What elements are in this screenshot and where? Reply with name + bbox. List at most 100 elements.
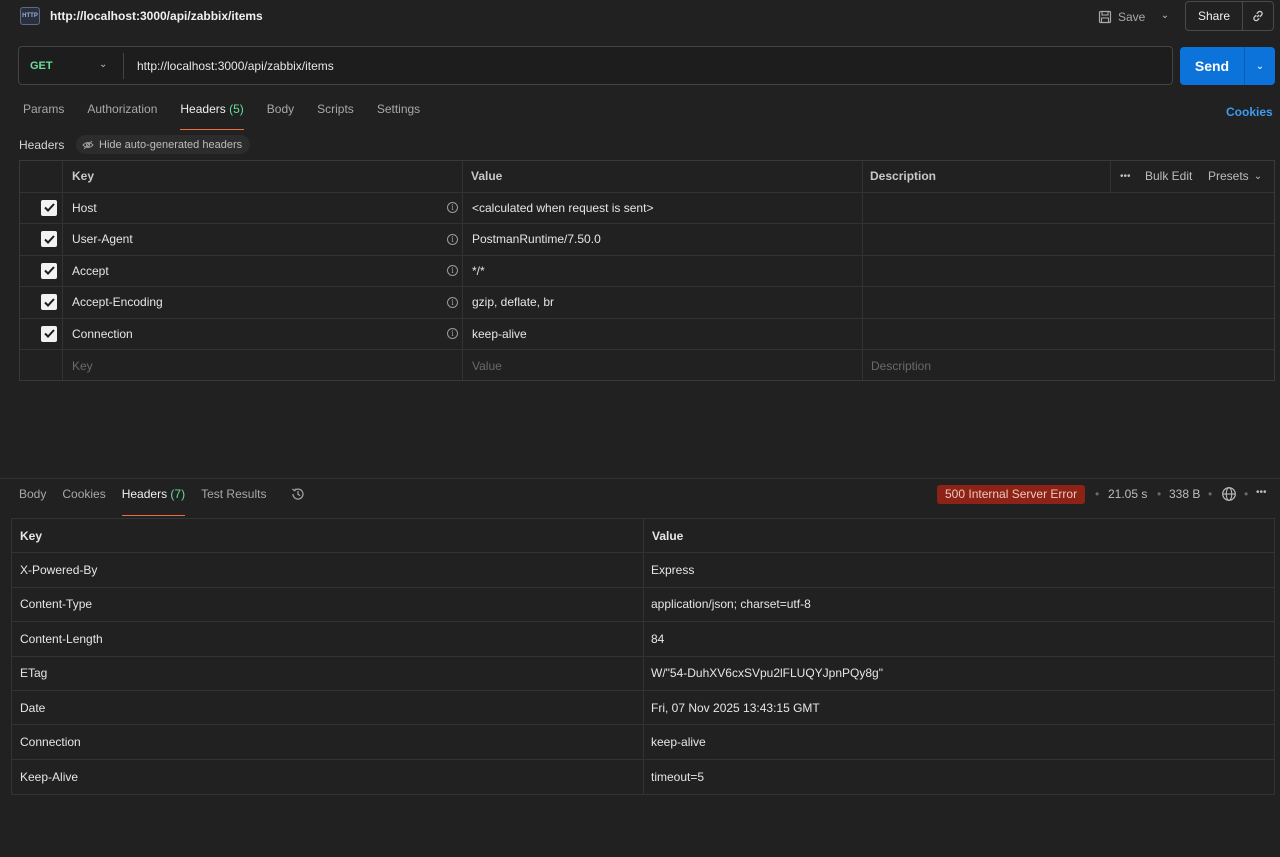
table-row: Accept-Encoding i gzip, deflate, br: [20, 287, 1274, 319]
separator-dot: •: [1157, 487, 1162, 501]
header-enabled-checkbox[interactable]: [41, 325, 57, 342]
info-icon[interactable]: i: [447, 233, 458, 245]
response-header-value: application/json; charset=utf-8: [651, 597, 811, 612]
bulk-edit-button[interactable]: Bulk Edit: [1145, 161, 1192, 192]
response-header-value: Express: [651, 563, 695, 578]
response-tab-test-results[interactable]: Test Results: [201, 487, 266, 516]
info-icon[interactable]: i: [447, 202, 458, 214]
header-value[interactable]: PostmanRuntime/7.50.0: [472, 224, 601, 255]
table-row: Accept i */*: [20, 256, 1274, 287]
header-value[interactable]: */*: [472, 256, 485, 287]
check-icon: [43, 203, 55, 213]
column-divider: [1110, 161, 1111, 193]
info-icon[interactable]: i: [447, 328, 458, 340]
response-tabs: Body Cookies Headers (7) Test Results: [19, 487, 282, 516]
presets-dropdown[interactable]: Presets ⌄: [1208, 161, 1262, 192]
method-chevron-down-icon[interactable]: ⌄: [99, 59, 107, 70]
tab-settings[interactable]: Settings: [377, 102, 420, 130]
more-options-icon[interactable]: •••: [1120, 161, 1131, 192]
column-description-header: Description: [870, 169, 937, 184]
tab-authorization[interactable]: Authorization: [87, 102, 157, 130]
headers-section-label: Headers: [19, 138, 65, 152]
save-button[interactable]: Save: [1098, 6, 1145, 28]
url-divider: [123, 53, 124, 79]
column-divider: [643, 519, 644, 794]
info-icon[interactable]: i: [447, 265, 458, 277]
table-row: Connection i keep-alive: [20, 319, 1274, 350]
request-tabs: Params Authorization Headers (5) Body Sc…: [23, 102, 443, 130]
tab-params[interactable]: Params: [23, 102, 64, 130]
copy-link-button[interactable]: [1243, 2, 1273, 30]
column-value-header: Value: [652, 528, 684, 543]
method-selector[interactable]: GET: [30, 60, 53, 72]
response-header-value: 84: [651, 631, 665, 646]
tab-body[interactable]: Body: [267, 102, 294, 130]
check-icon: [43, 329, 55, 339]
header-key[interactable]: Connection: [72, 319, 133, 350]
column-key-header: Key: [72, 169, 95, 184]
response-header-value: Fri, 07 Nov 2025 13:43:15 GMT: [651, 700, 820, 715]
response-header-value: keep-alive: [651, 735, 706, 750]
check-icon: [43, 235, 55, 244]
response-header-value: timeout=5: [651, 769, 705, 784]
hide-auto-generated-headers-toggle[interactable]: Hide auto-generated headers: [76, 135, 251, 154]
send-button[interactable]: Send: [1180, 47, 1244, 85]
share-button[interactable]: Share: [1186, 2, 1243, 30]
header-value[interactable]: gzip, deflate, br: [472, 287, 554, 318]
column-divider: [862, 161, 863, 380]
response-header-key: ETag: [20, 666, 48, 681]
column-value-header: Value: [471, 169, 503, 184]
response-tab-cookies[interactable]: Cookies: [62, 487, 105, 516]
pane-divider[interactable]: [0, 478, 1280, 479]
save-options-chevron-down-icon[interactable]: ⌄: [1158, 8, 1172, 24]
headers-count: (5): [229, 102, 244, 116]
separator-dot: •: [1095, 487, 1100, 501]
response-time[interactable]: 21.05 s: [1108, 487, 1147, 501]
response-header-value: W/"54-DuhXV6cxSVpu2lFLUQYJpnPQy8g": [651, 666, 883, 681]
cookies-link[interactable]: Cookies: [1226, 105, 1273, 119]
response-tab-headers[interactable]: Headers (7): [121, 487, 186, 516]
header-enabled-checkbox[interactable]: [41, 262, 57, 279]
response-tab-body[interactable]: Body: [19, 487, 46, 516]
header-key[interactable]: Host: [72, 193, 97, 224]
request-title[interactable]: http://localhost:3000/api/zabbix/items: [50, 9, 263, 23]
new-key-input[interactable]: Key: [72, 350, 93, 382]
check-icon: [43, 298, 55, 307]
header-enabled-checkbox[interactable]: [41, 199, 57, 216]
http-request-icon: HTTP: [20, 7, 40, 25]
table-row: User-Agent i PostmanRuntime/7.50.0: [20, 224, 1274, 256]
url-input[interactable]: http://localhost:3000/api/zabbix/items: [137, 59, 334, 73]
header-key[interactable]: Accept-Encoding: [72, 287, 163, 318]
response-header-key: X-Powered-By: [20, 563, 98, 578]
share-group: Share: [1185, 1, 1274, 31]
save-icon: [1098, 10, 1112, 24]
column-divider: [462, 161, 463, 380]
history-icon[interactable]: [290, 486, 306, 505]
eye-off-icon: [82, 140, 94, 149]
response-headers-table: Key Value X-Powered-By Express Content-T…: [11, 518, 1275, 795]
response-header-key: Date: [20, 700, 46, 715]
separator-dot: •: [1208, 487, 1213, 501]
header-value[interactable]: <calculated when request is sent>: [472, 193, 653, 224]
response-more-options-icon[interactable]: •••: [1256, 487, 1267, 498]
info-icon[interactable]: i: [447, 296, 458, 308]
tab-headers[interactable]: Headers (5): [180, 102, 245, 130]
new-value-input[interactable]: Value: [472, 350, 502, 382]
header-key[interactable]: Accept: [72, 256, 109, 287]
status-badge[interactable]: 500 Internal Server Error: [937, 485, 1086, 504]
url-bar: GET ⌄ http://localhost:3000/api/zabbix/i…: [18, 46, 1173, 85]
column-divider: [62, 161, 63, 380]
header-enabled-checkbox[interactable]: [41, 294, 57, 311]
presets-chevron-down-icon: ⌄: [1253, 170, 1263, 182]
header-enabled-checkbox[interactable]: [41, 231, 57, 248]
header-key[interactable]: User-Agent: [72, 224, 133, 255]
response-size[interactable]: 338 B: [1169, 487, 1200, 501]
network-globe-icon[interactable]: [1221, 486, 1237, 505]
send-options-chevron-down-icon[interactable]: ⌄: [1244, 47, 1275, 85]
request-headers-table: Key Value Description ••• Bulk Edit Pres…: [19, 160, 1275, 381]
new-description-input[interactable]: Description: [871, 350, 931, 382]
tab-scripts[interactable]: Scripts: [317, 102, 354, 130]
response-header-key: Keep-Alive: [20, 769, 79, 784]
column-key-header: Key: [20, 528, 43, 543]
header-value[interactable]: keep-alive: [472, 319, 527, 350]
